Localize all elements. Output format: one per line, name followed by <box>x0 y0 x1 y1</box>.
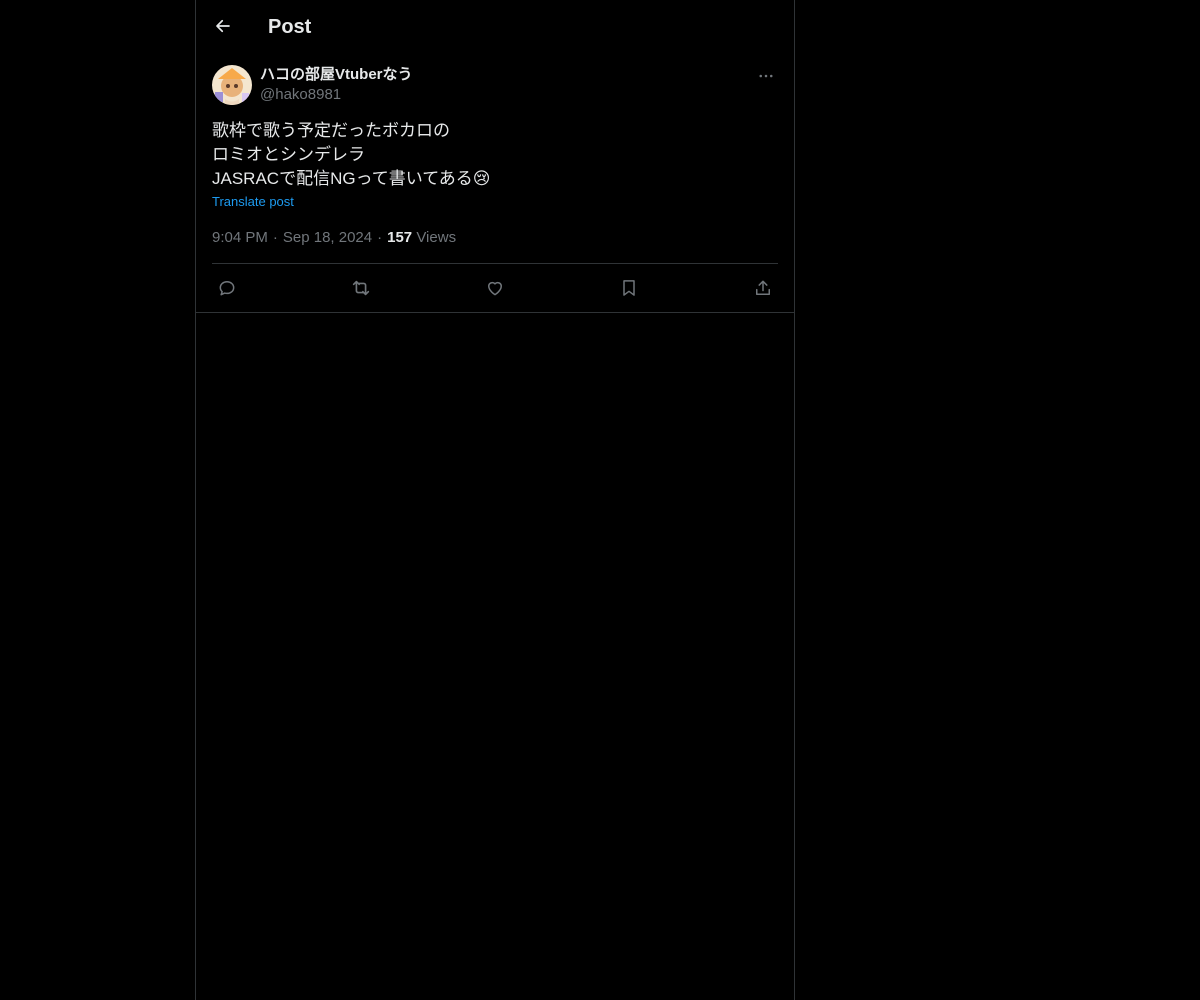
separator-dot: · <box>272 229 278 246</box>
page-title: Post <box>268 16 312 38</box>
divider <box>212 263 778 264</box>
views-count: 157 <box>387 229 413 246</box>
repost-button[interactable] <box>346 273 376 303</box>
post-text-line: JASRACで配信NGって書いてある😢 <box>212 169 491 188</box>
page-header: Post <box>196 0 794 53</box>
repost-icon <box>350 277 372 299</box>
like-button[interactable] <box>480 273 510 303</box>
bookmark-icon <box>619 278 639 298</box>
more-horizontal-icon <box>757 67 775 85</box>
share-icon <box>753 278 773 298</box>
post-text-line: ロミオとシンデレラ <box>212 145 365 164</box>
reply-icon <box>217 278 237 298</box>
reply-button[interactable] <box>212 273 242 303</box>
post-text: 歌枠で歌う予定だったボカロの ロミオとシンデレラ JASRACで配信NGって書い… <box>212 119 778 191</box>
post-actions-bar <box>212 273 778 303</box>
more-options-button[interactable] <box>754 64 778 88</box>
heart-icon <box>485 278 505 298</box>
separator-dot: · <box>377 229 383 246</box>
post-metadata: 9:04 PM · Sep 18, 2024 · 157 Views <box>212 228 456 248</box>
post-date[interactable]: Sep 18, 2024 <box>283 229 372 246</box>
arrow-left-icon <box>214 17 232 35</box>
avatar[interactable] <box>212 65 252 105</box>
back-button[interactable] <box>206 9 240 43</box>
author-display-name[interactable]: ハコの部屋Vtuberなう <box>260 65 413 85</box>
views-label: Views <box>416 229 457 246</box>
post-time[interactable]: 9:04 PM <box>212 229 268 246</box>
share-button[interactable] <box>748 273 778 303</box>
primary-column: Post ハコの部屋Vtuberなう @hako8981 歌枠で歌う予定だったボ… <box>195 0 795 1000</box>
post-text-line: 歌枠で歌う予定だったボカロの <box>212 121 450 140</box>
post-bottom-border <box>196 312 794 313</box>
translate-post-link[interactable]: Translate post <box>212 194 294 210</box>
author-handle[interactable]: @hako8981 <box>260 85 341 105</box>
bookmark-button[interactable] <box>614 273 644 303</box>
